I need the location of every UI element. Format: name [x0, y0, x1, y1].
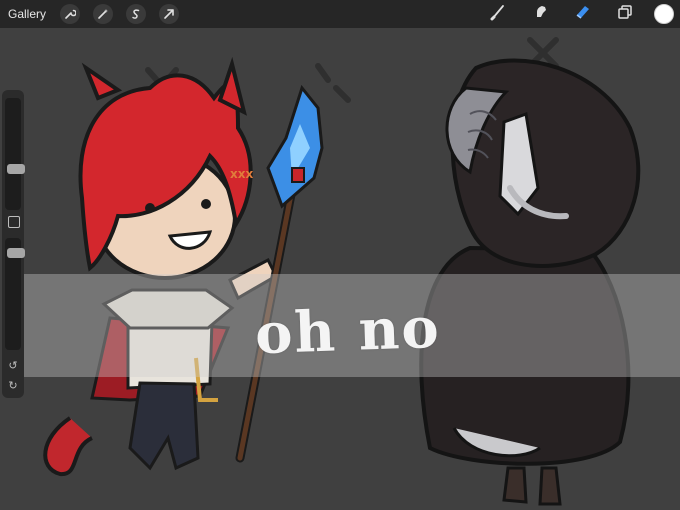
eraser-button[interactable]: [572, 3, 594, 25]
layers-icon: [616, 3, 634, 25]
color-picker-button[interactable]: [654, 4, 674, 24]
transform-button[interactable]: [159, 4, 180, 24]
layers-button[interactable]: [614, 3, 636, 25]
adjustments-button[interactable]: [93, 4, 114, 24]
brush-size-slider[interactable]: [5, 98, 25, 210]
brush-size-handle[interactable]: [7, 164, 25, 174]
right-toolset: [468, 0, 674, 28]
modify-button[interactable]: [8, 216, 20, 228]
left-sidebar: ↺ ↻: [2, 90, 25, 398]
artwork: xxx: [43, 37, 641, 506]
opacity-handle[interactable]: [7, 248, 25, 258]
eraser-icon: [574, 3, 592, 25]
svg-text:xxx: xxx: [230, 167, 253, 181]
banner-text: oh no: [253, 294, 442, 368]
selection-button[interactable]: [126, 4, 147, 24]
smudge-icon: [532, 3, 550, 25]
transform-arrow-icon: [163, 5, 175, 24]
selection-icon: [130, 5, 142, 24]
red-haired-character-art: xxx: [43, 56, 324, 477]
magic-wand-icon: [97, 5, 109, 24]
smudge-button[interactable]: [530, 3, 552, 25]
undo-icon[interactable]: ↺: [6, 360, 20, 372]
redo-icon[interactable]: ↻: [6, 380, 20, 392]
opacity-slider[interactable]: [5, 238, 25, 350]
gallery-button[interactable]: Gallery: [8, 7, 46, 21]
drawing-canvas[interactable]: xxx oh no: [0, 28, 680, 510]
actions-button[interactable]: [60, 4, 81, 24]
brush-button[interactable]: [488, 3, 510, 25]
brush-icon: [490, 3, 508, 25]
wrench-icon: [64, 5, 77, 24]
top-toolbar: Gallery: [0, 0, 680, 28]
